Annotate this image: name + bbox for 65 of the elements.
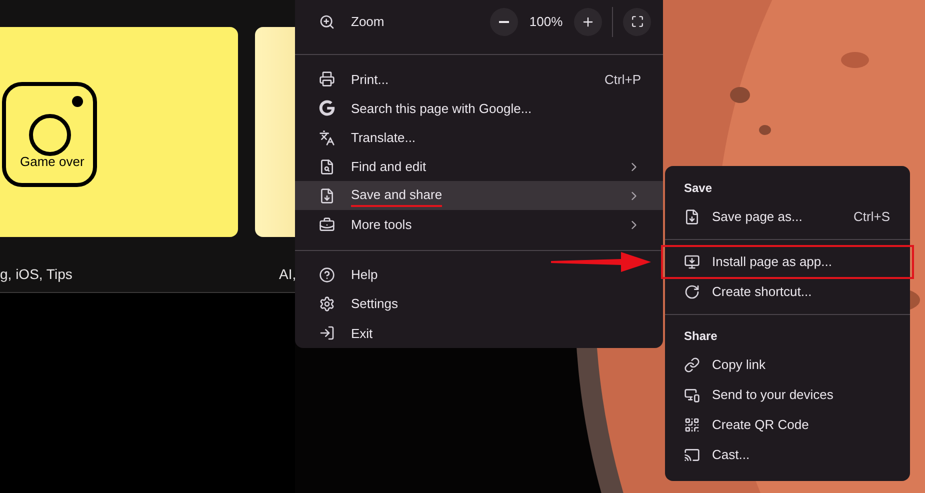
section-heading: Save bbox=[684, 180, 712, 197]
menu-item[interactable]: Search this page with Google... bbox=[295, 94, 663, 123]
curved-arrow-icon bbox=[684, 284, 700, 300]
qr-code-icon bbox=[684, 417, 700, 433]
menu-item[interactable]: Create QR Code bbox=[665, 410, 910, 440]
translate-icon bbox=[319, 130, 335, 146]
menu-item[interactable]: Translate... bbox=[295, 122, 663, 152]
menu-item-label: Search this page with Google... bbox=[351, 100, 532, 118]
menu-item-label: Cast... bbox=[712, 446, 750, 464]
shortcut-text: Ctrl+S bbox=[854, 208, 890, 226]
card-tags[interactable]: AI, bbox=[279, 264, 296, 285]
zoom-out-button[interactable] bbox=[490, 8, 518, 36]
shortcut-text: Ctrl+P bbox=[604, 70, 641, 88]
card[interactable]: Game over bbox=[0, 27, 238, 237]
settings-icon bbox=[319, 296, 335, 312]
menu-item-label: Create shortcut... bbox=[712, 283, 812, 302]
printer-icon bbox=[319, 71, 335, 88]
zoom-icon bbox=[319, 14, 335, 30]
zoom-value: 100% bbox=[528, 13, 564, 32]
menu-item-label: Translate... bbox=[351, 128, 416, 147]
cast-icon bbox=[684, 447, 700, 463]
menu-item-label: Settings bbox=[351, 295, 398, 314]
fullscreen-button[interactable] bbox=[623, 8, 651, 36]
menu-item-label: Save and share bbox=[351, 185, 442, 207]
menu-item[interactable]: Cast... bbox=[665, 440, 910, 470]
menu-item[interactable]: Create shortcut... bbox=[665, 277, 910, 307]
google-icon bbox=[319, 100, 335, 116]
plus-icon bbox=[581, 14, 595, 29]
menu-item[interactable]: Help bbox=[295, 260, 663, 290]
menu-item-label: Send to your devices bbox=[712, 386, 834, 404]
card-tags[interactable]: g, iOS, Tips bbox=[0, 264, 72, 285]
menu-item[interactable]: Save and share bbox=[295, 181, 663, 210]
menu-item-label: Help bbox=[351, 266, 378, 284]
file-download-icon bbox=[684, 209, 700, 225]
exit-icon bbox=[319, 325, 335, 342]
menu-item[interactable]: Settings bbox=[295, 290, 663, 319]
menu-item[interactable]: Copy link bbox=[665, 350, 910, 380]
menu-item-label: Exit bbox=[351, 324, 373, 343]
devices-icon bbox=[684, 387, 700, 403]
help-icon bbox=[319, 267, 335, 284]
menu-item-label: Save page as... bbox=[712, 208, 802, 226]
menu-item-label: Copy link bbox=[712, 356, 766, 374]
artwork-caption: Game over bbox=[20, 153, 84, 171]
minus-icon bbox=[499, 20, 509, 23]
file-download-icon bbox=[319, 188, 335, 204]
menu-item-label: Install page as app... bbox=[712, 253, 832, 272]
menu-item-label: Print... bbox=[351, 70, 389, 88]
menu-item[interactable]: Send to your devices bbox=[665, 380, 910, 410]
toolbox-icon bbox=[319, 216, 335, 233]
zoom-label: Zoom bbox=[351, 13, 384, 32]
menu-item[interactable]: Exit bbox=[295, 318, 663, 348]
menu-item[interactable]: Install page as app... bbox=[663, 247, 912, 277]
zoom-in-button[interactable] bbox=[574, 8, 602, 36]
menu-item-label: Find and edit bbox=[351, 158, 426, 176]
menu-item[interactable]: More tools bbox=[295, 210, 663, 240]
menu-item[interactable]: Save page as... Ctrl+S bbox=[665, 202, 910, 232]
menu-item[interactable]: Find and edit bbox=[295, 152, 663, 182]
menu-item[interactable]: Print... Ctrl+P bbox=[295, 64, 663, 94]
monitor-download-icon bbox=[684, 254, 700, 270]
section-heading: Share bbox=[684, 328, 718, 345]
menu-item-label: More tools bbox=[351, 216, 412, 234]
fullscreen-icon bbox=[630, 15, 644, 28]
menu-item-label: Create QR Code bbox=[712, 416, 809, 434]
file-search-icon bbox=[319, 158, 335, 175]
link-icon bbox=[684, 357, 700, 373]
